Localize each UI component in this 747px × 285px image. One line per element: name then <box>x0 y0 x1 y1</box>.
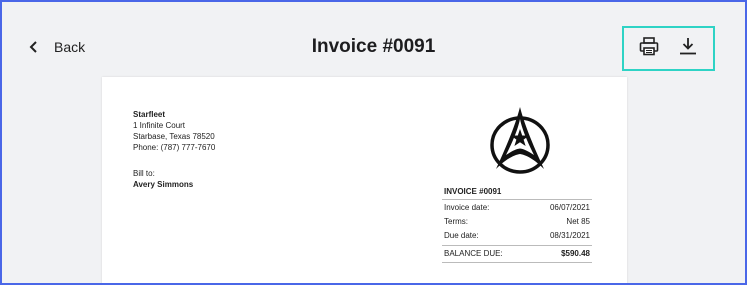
download-icon <box>678 36 698 61</box>
row-label: Due date: <box>444 231 479 240</box>
sender-address-line-2: Starbase, Texas 78520 <box>133 132 215 141</box>
client-name: Avery Simmons <box>133 180 194 189</box>
sender-block: Starfleet 1 Infinite Court Starbase, Tex… <box>133 109 215 153</box>
row-value: Net 85 <box>566 217 590 226</box>
bill-to-label: Bill to: <box>133 169 155 178</box>
toolbar <box>622 26 715 71</box>
terms-row: Terms: Net 85 <box>442 214 592 228</box>
starfleet-delta-logo <box>488 105 552 177</box>
sender-address-line-1: 1 Infinite Court <box>133 121 186 130</box>
invoice-number: INVOICE #0091 <box>442 185 592 200</box>
sender-name: Starfleet <box>133 110 166 119</box>
download-button[interactable] <box>675 36 701 62</box>
invoice-summary: INVOICE #0091 Invoice date: 06/07/2021 T… <box>442 185 592 263</box>
due-date-row: Due date: 08/31/2021 <box>442 228 592 242</box>
invoice-date-row: Invoice date: 06/07/2021 <box>442 200 592 214</box>
invoice-document: Starfleet 1 Infinite Court Starbase, Tex… <box>102 77 627 283</box>
bill-to-block: Bill to: Avery Simmons <box>133 168 193 190</box>
app-frame: Back Invoice #0091 Starfleet 1 Infinite … <box>0 0 747 285</box>
row-label: Invoice date: <box>444 203 490 212</box>
balance-label: BALANCE DUE: <box>444 249 503 258</box>
print-button[interactable] <box>636 36 662 62</box>
balance-due-row: BALANCE DUE: $590.48 <box>442 245 592 263</box>
row-value: 06/07/2021 <box>549 203 590 212</box>
row-value: 08/31/2021 <box>549 231 590 240</box>
balance-value: $590.48 <box>561 249 590 258</box>
row-label: Terms: <box>444 217 468 226</box>
sender-phone: Phone: (787) 777-7670 <box>133 143 216 152</box>
printer-icon <box>639 36 659 61</box>
